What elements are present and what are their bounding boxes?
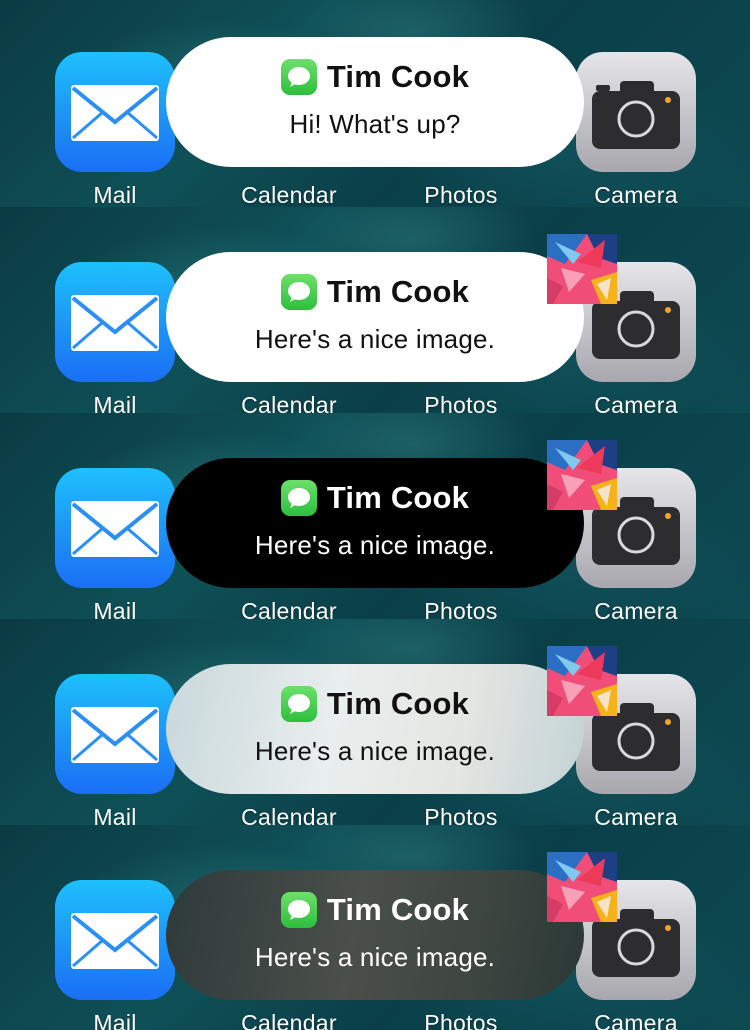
- photos-app-label: Photos: [424, 804, 498, 825]
- camera-app-label: Camera: [594, 804, 678, 825]
- messages-icon: [280, 274, 317, 310]
- image-thumbnail[interactable]: [547, 646, 617, 716]
- camera-icon: [592, 81, 680, 149]
- image-thumbnail[interactable]: [547, 852, 617, 922]
- image-thumbnail[interactable]: [547, 234, 617, 304]
- message-text: Here's a nice image.: [254, 942, 496, 972]
- mail-icon: [71, 501, 159, 557]
- photos-app-label: Photos: [424, 392, 498, 413]
- artwork-thumbnail-icon: [547, 440, 617, 510]
- notification-panel-5: Mail Calendar Photos Camera Tim Cook Her…: [0, 825, 750, 1030]
- photos-app-label: Photos: [424, 598, 498, 619]
- calendar-app-label: Calendar: [241, 804, 337, 825]
- message-text: Hi! What's up?: [289, 109, 461, 139]
- calendar-app-label: Calendar: [241, 598, 337, 619]
- mail-app-label: Mail: [93, 1010, 137, 1030]
- camera-app-label: Camera: [594, 1010, 678, 1030]
- notification-panel-4: Mail Calendar Photos Camera Tim Cook Her…: [0, 619, 750, 825]
- mail-app-label: Mail: [93, 804, 137, 825]
- camera-app-icon[interactable]: [576, 52, 696, 172]
- messages-icon: [280, 480, 317, 516]
- messages-icon: [280, 686, 317, 722]
- mail-app-icon[interactable]: [55, 880, 175, 1000]
- notification-banner[interactable]: Tim Cook Here's a nice image.: [166, 870, 584, 1000]
- artwork-thumbnail-icon: [547, 646, 617, 716]
- message-text: Here's a nice image.: [254, 324, 496, 354]
- sender-name: Tim Cook: [326, 686, 470, 721]
- messages-icon: [280, 892, 317, 928]
- notification-panel-1: Mail Calendar Photos Camera Tim Cook Hi!…: [0, 0, 750, 207]
- notification-banner[interactable]: Tim Cook Here's a nice image.: [166, 252, 584, 382]
- mail-icon: [71, 85, 159, 141]
- photos-app-label: Photos: [424, 182, 498, 207]
- sender-name: Tim Cook: [326, 274, 470, 309]
- camera-app-label: Camera: [594, 598, 678, 619]
- mail-app-label: Mail: [93, 182, 137, 207]
- artwork-thumbnail-icon: [547, 234, 617, 304]
- image-thumbnail[interactable]: [547, 440, 617, 510]
- notification-header: Tim Cook: [166, 274, 584, 310]
- camera-app-label: Camera: [594, 182, 678, 207]
- notification-banner[interactable]: Tim Cook Hi! What's up?: [166, 37, 584, 167]
- mail-icon: [71, 295, 159, 351]
- mail-app-label: Mail: [93, 598, 137, 619]
- notification-header: Tim Cook: [166, 892, 584, 928]
- messages-icon: [280, 59, 317, 95]
- artwork-thumbnail-icon: [547, 852, 617, 922]
- notification-panel-3: Mail Calendar Photos Camera Tim Cook Her…: [0, 413, 750, 619]
- notification-header: Tim Cook: [166, 686, 584, 722]
- notification-header: Tim Cook: [166, 59, 584, 95]
- calendar-app-label: Calendar: [241, 182, 337, 207]
- mail-app-label: Mail: [93, 392, 137, 413]
- notification-banner[interactable]: Tim Cook Here's a nice image.: [166, 664, 584, 794]
- mail-icon: [71, 913, 159, 969]
- sender-name: Tim Cook: [326, 892, 470, 927]
- camera-app-label: Camera: [594, 392, 678, 413]
- mail-icon: [71, 707, 159, 763]
- notification-panel-2: Mail Calendar Photos Camera Tim Cook Her…: [0, 207, 750, 413]
- mail-app-icon[interactable]: [55, 674, 175, 794]
- message-text: Here's a nice image.: [254, 736, 496, 766]
- sender-name: Tim Cook: [326, 59, 470, 94]
- notification-banner[interactable]: Tim Cook Here's a nice image.: [166, 458, 584, 588]
- message-text: Here's a nice image.: [254, 530, 496, 560]
- mail-app-icon[interactable]: [55, 262, 175, 382]
- photos-app-label: Photos: [424, 1010, 498, 1030]
- notification-style-comparison: Mail Calendar Photos Camera Tim Cook Hi!…: [0, 0, 750, 1030]
- mail-app-icon[interactable]: [55, 52, 175, 172]
- sender-name: Tim Cook: [326, 480, 470, 515]
- calendar-app-label: Calendar: [241, 1010, 337, 1030]
- notification-header: Tim Cook: [166, 480, 584, 516]
- mail-app-icon[interactable]: [55, 468, 175, 588]
- calendar-app-label: Calendar: [241, 392, 337, 413]
